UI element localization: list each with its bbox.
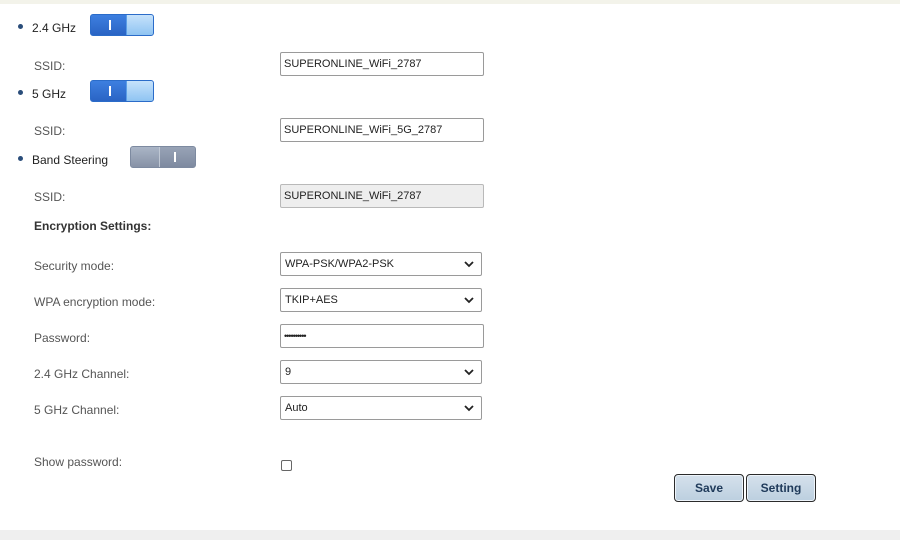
channel5-select[interactable]: Auto xyxy=(280,396,482,420)
band-steering-toggle[interactable] xyxy=(130,146,196,168)
band24-ssid-input[interactable] xyxy=(280,52,484,76)
band5-label: 5 GHz xyxy=(32,87,67,101)
password-label: Password: xyxy=(34,331,91,345)
band-steering-ssid-label: SSID: xyxy=(34,190,66,204)
security-mode-value: WPA-PSK/WPA2-PSK xyxy=(285,258,395,270)
channel24-select[interactable]: 9 xyxy=(280,360,482,384)
toggle-handle-icon xyxy=(109,86,111,96)
security-mode-select[interactable]: WPA-PSK/WPA2-PSK xyxy=(280,252,482,276)
band24-toggle[interactable] xyxy=(90,14,154,36)
toggle-handle-icon xyxy=(174,152,176,162)
wpa-mode-value: TKIP+AES xyxy=(285,294,338,306)
chevron-down-icon xyxy=(464,261,474,268)
channel24-value: 9 xyxy=(285,366,292,378)
setting-button[interactable]: Setting xyxy=(746,474,816,502)
chevron-down-icon xyxy=(464,297,474,304)
bullet-icon xyxy=(18,90,23,95)
band-steering-ssid-input xyxy=(280,184,484,208)
wpa-mode-select[interactable]: TKIP+AES xyxy=(280,288,482,312)
bullet-icon xyxy=(18,156,23,161)
band24-ssid-label: SSID: xyxy=(34,59,66,73)
show-password-checkbox[interactable] xyxy=(281,460,292,471)
channel5-label: 5 GHz Channel: xyxy=(34,403,120,417)
band24-label: 2.4 GHz xyxy=(32,21,77,35)
save-button[interactable]: Save xyxy=(674,474,744,502)
password-input[interactable]: •••••••••• xyxy=(280,324,484,348)
bottom-strip xyxy=(0,530,900,540)
band5-toggle[interactable] xyxy=(90,80,154,102)
chevron-down-icon xyxy=(464,369,474,376)
bullet-icon xyxy=(18,24,23,29)
channel5-value: Auto xyxy=(285,402,308,414)
wpa-mode-label: WPA encryption mode: xyxy=(34,295,156,309)
band5-ssid-label: SSID: xyxy=(34,124,66,138)
encryption-heading: Encryption Settings: xyxy=(34,219,152,233)
password-masked-value: •••••••••• xyxy=(284,331,306,341)
band5-ssid-input[interactable] xyxy=(280,118,484,142)
channel24-label: 2.4 GHz Channel: xyxy=(34,367,130,381)
toggle-handle-icon xyxy=(109,20,111,30)
top-strip xyxy=(0,0,900,4)
band-steering-label: Band Steering xyxy=(32,153,109,167)
security-mode-label: Security mode: xyxy=(34,259,115,273)
show-password-label: Show password: xyxy=(34,455,123,469)
chevron-down-icon xyxy=(464,405,474,412)
